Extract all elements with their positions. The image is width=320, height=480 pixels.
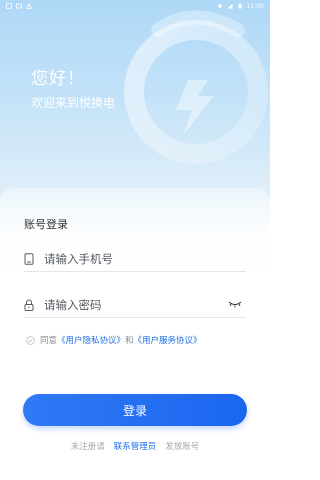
battery-icon — [238, 3, 242, 9]
signal-icon — [227, 3, 233, 9]
greeting-title: 您好！ — [31, 69, 85, 89]
notification-icon — [6, 3, 12, 9]
agreement-row: 同意 《用户隐私协议》 和 《用户服务协议》 — [26, 334, 202, 346]
lock-icon — [24, 299, 34, 311]
login-screen: 11:00 您好！ 欢迎来到悦换电 账号登录 请输入手机号 同意 《用户隐私协议… — [0, 0, 270, 480]
system-nav-bar — [0, 466, 270, 480]
phone-input[interactable] — [44, 248, 214, 269]
password-input[interactable] — [44, 294, 214, 315]
check-circle-icon[interactable] — [26, 335, 35, 345]
phone-icon — [24, 252, 34, 265]
wifi-icon — [217, 4, 223, 9]
status-time: 11:00 — [246, 2, 264, 10]
contact-admin-link[interactable]: 联系管理员 — [114, 440, 157, 452]
password-field — [24, 292, 246, 318]
agreement-and: 和 — [125, 336, 134, 346]
status-right-icons: 11:00 — [217, 3, 264, 10]
alert-icon — [26, 3, 32, 9]
form-title: 账号登录 — [24, 218, 68, 231]
greeting-subtitle: 欢迎来到悦换电 — [31, 96, 116, 110]
service-agreement-link[interactable]: 《用户服务协议》 — [134, 334, 202, 346]
status-left-icons — [6, 3, 32, 9]
message-icon — [16, 3, 22, 9]
lightning-icon — [124, 10, 268, 164]
login-button[interactable]: 登录 — [23, 394, 247, 426]
privacy-agreement-link[interactable]: 《用户隐私协议》 — [57, 334, 125, 346]
agreement-prefix: 同意 — [40, 336, 58, 346]
footer-links: 未注册请 联系管理员 发放账号 — [0, 440, 270, 452]
eye-closed-icon[interactable] — [228, 300, 242, 308]
unregistered-text: 未注册请 — [70, 442, 105, 452]
issue-account-text: 发放账号 — [165, 442, 200, 452]
phone-field — [24, 246, 246, 272]
